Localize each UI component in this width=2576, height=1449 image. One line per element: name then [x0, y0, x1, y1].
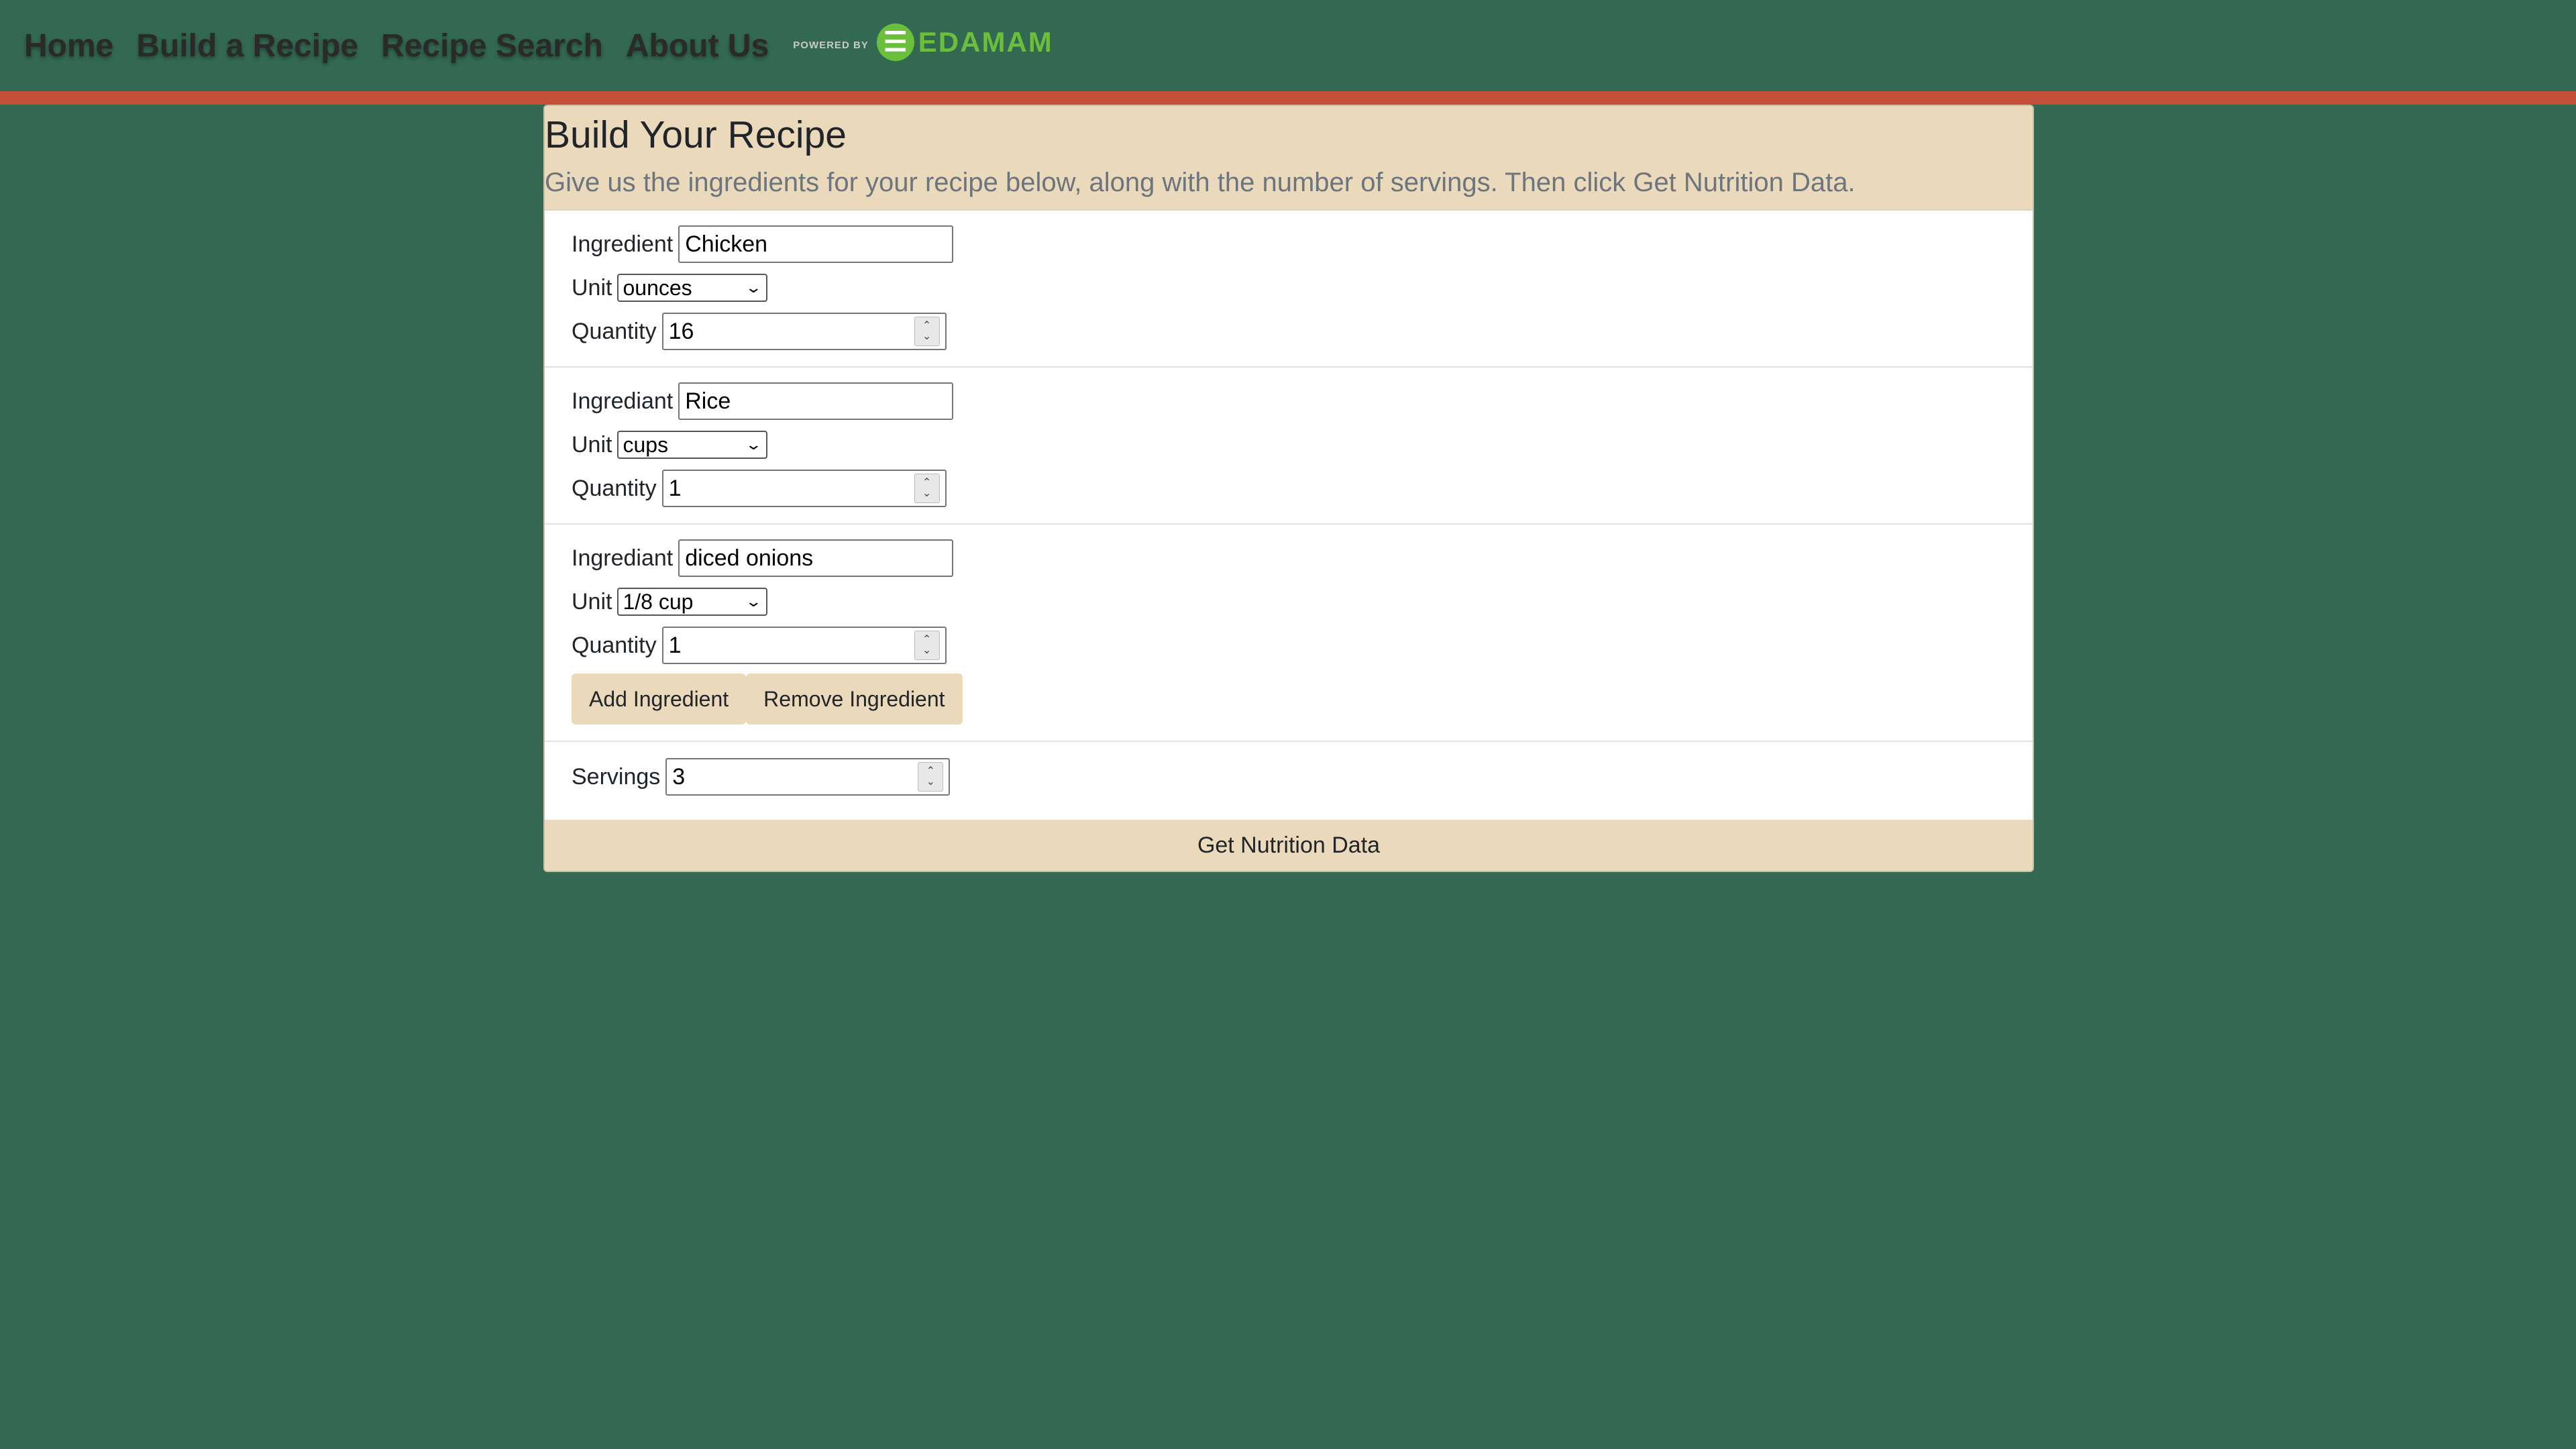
- edamam-logo-icon: ☰: [876, 23, 914, 61]
- unit-select[interactable]: ounces ⌄: [617, 274, 768, 302]
- quantity-label: Quantity: [572, 475, 657, 501]
- unit-label: Unit: [572, 588, 612, 614]
- quantity-value: 16: [668, 318, 694, 344]
- unit-select-value: 1/8 cup: [623, 589, 694, 614]
- page-subtitle: Give us the ingredients for your recipe …: [545, 168, 1856, 197]
- nav-about-us-link[interactable]: About Us: [626, 28, 769, 64]
- quantity-value: 1: [668, 475, 682, 501]
- ingredient-label: Ingredient: [572, 231, 674, 257]
- ingredient-input[interactable]: [678, 225, 954, 263]
- unit-label: Unit: [572, 431, 612, 458]
- servings-group: Servings 3 ⌃ ⌄: [545, 742, 2033, 820]
- build-recipe-card: Build Your Recipe Give us the ingredient…: [543, 105, 2034, 872]
- servings-input[interactable]: 3 ⌃ ⌄: [665, 758, 951, 796]
- spinner-icon[interactable]: ⌃ ⌄: [914, 474, 940, 503]
- servings-label: Servings: [572, 763, 661, 790]
- quantity-input[interactable]: 1 ⌃ ⌄: [661, 627, 947, 664]
- spinner-icon[interactable]: ⌃ ⌄: [914, 317, 940, 346]
- unit-label: Unit: [572, 274, 612, 301]
- ingredient-group: Ingrediant Unit 1/8 cup ⌄ Quantity 1 ⌃⌄ …: [545, 525, 2033, 742]
- ingredient-group: Ingredient Unit ounces ⌄ Quantity 16 ⌃⌄: [545, 211, 2033, 368]
- quantity-label: Quantity: [572, 632, 657, 658]
- card-header: Build Your Recipe Give us the ingredient…: [545, 106, 2033, 211]
- chevron-down-icon: ⌄: [745, 593, 763, 610]
- servings-value: 3: [672, 763, 686, 790]
- top-navigation: Home Build a Recipe Recipe Search About …: [0, 0, 2576, 105]
- nav-build-recipe-link[interactable]: Build a Recipe: [136, 28, 358, 64]
- remove-ingredient-button[interactable]: Remove Ingredient: [746, 674, 963, 724]
- unit-select-value: ounces: [623, 275, 692, 300]
- spinner-icon[interactable]: ⌃ ⌄: [918, 762, 944, 792]
- powered-by-text: POWERED BY: [793, 39, 869, 51]
- ingredient-input[interactable]: [678, 382, 954, 420]
- ingredient-label: Ingrediant: [572, 388, 674, 414]
- edamam-attribution: POWERED BY ☰ EDAMAM: [793, 23, 1053, 61]
- quantity-input[interactable]: 16 ⌃ ⌄: [661, 313, 947, 350]
- quantity-label: Quantity: [572, 318, 657, 344]
- nav-home-link[interactable]: Home: [24, 28, 113, 64]
- edamam-brand-text: EDAMAM: [918, 26, 1053, 58]
- nav-recipe-search-link[interactable]: Recipe Search: [381, 28, 603, 64]
- chevron-down-icon: ⌄: [745, 279, 763, 296]
- page-title: Build Your Recipe: [545, 113, 847, 156]
- spinner-icon[interactable]: ⌃ ⌄: [914, 631, 940, 660]
- chevron-down-icon: ⌄: [745, 436, 763, 453]
- quantity-value: 1: [668, 632, 682, 658]
- ingredient-group: Ingrediant Unit cups ⌄ Quantity 1 ⌃⌄: [545, 368, 2033, 525]
- get-nutrition-data-button[interactable]: Get Nutrition Data: [545, 820, 2033, 871]
- add-ingredient-button[interactable]: Add Ingredient: [572, 674, 747, 724]
- unit-select[interactable]: 1/8 cup ⌄: [617, 588, 768, 616]
- ingredient-label: Ingrediant: [572, 545, 674, 571]
- ingredient-input[interactable]: [678, 539, 954, 577]
- unit-select-value: cups: [623, 432, 669, 457]
- quantity-input[interactable]: 1 ⌃ ⌄: [661, 470, 947, 507]
- unit-select[interactable]: cups ⌄: [617, 431, 768, 459]
